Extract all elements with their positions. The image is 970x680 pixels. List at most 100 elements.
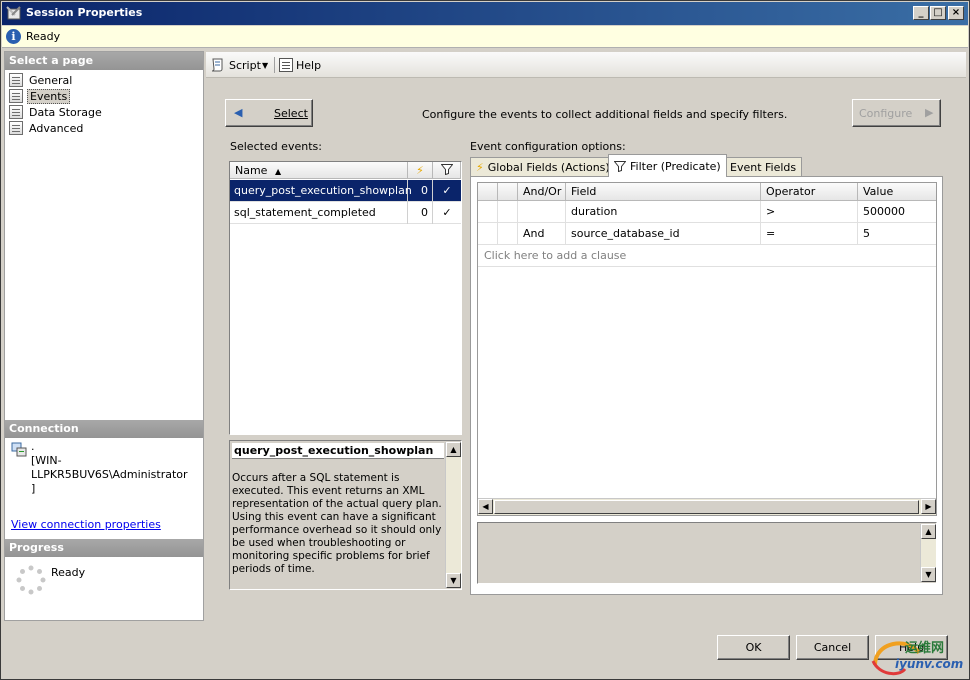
tab-event-fields[interactable]: Event Fields bbox=[724, 157, 803, 177]
help-button[interactable]: Help bbox=[279, 56, 321, 74]
value-column-header[interactable]: Value bbox=[858, 183, 936, 201]
operator-cell[interactable]: > bbox=[761, 201, 858, 223]
connection-header: Connection bbox=[5, 420, 203, 438]
page-item-events[interactable]: Events bbox=[9, 88, 71, 104]
add-clause-row[interactable]: Click here to add a clause bbox=[478, 245, 936, 267]
arrow-left-icon: ◀ bbox=[234, 106, 243, 119]
scroll-thumb[interactable] bbox=[494, 500, 919, 514]
andor-cell[interactable] bbox=[518, 201, 566, 223]
toolbar: Script ▼ Help bbox=[206, 52, 966, 78]
progress-spinner-icon bbox=[16, 565, 46, 595]
row-selector[interactable] bbox=[478, 223, 498, 245]
check-icon: ✓ bbox=[442, 184, 452, 197]
session-properties-window: Session Properties _ □ × i Ready Select … bbox=[0, 0, 970, 680]
filter-predicate-panel: And/Or Field Operator Value duration > 5… bbox=[470, 176, 943, 595]
configure-button-label: Configure bbox=[859, 107, 913, 120]
predicate-grid: And/Or Field Operator Value duration > 5… bbox=[477, 182, 937, 516]
predicate-horizontal-scrollbar[interactable]: ◀ ▶ bbox=[478, 498, 936, 515]
event-name-cell: sql_statement_completed bbox=[230, 202, 408, 224]
row-selector[interactable] bbox=[478, 201, 498, 223]
script-button-label: Script bbox=[229, 58, 261, 72]
page-icon bbox=[9, 105, 23, 119]
actions-column-header[interactable]: ⚡ bbox=[408, 162, 433, 179]
close-button[interactable]: × bbox=[948, 6, 964, 20]
script-button[interactable]: Script bbox=[210, 56, 261, 74]
config-options-label: Event configuration options: bbox=[470, 140, 626, 153]
selected-events-label: Selected events: bbox=[230, 140, 322, 153]
select-button-label: Select bbox=[274, 107, 308, 120]
event-description-text: Occurs after a SQL statement is executed… bbox=[232, 472, 442, 575]
description-scrollbar[interactable]: ▲ ▼ bbox=[445, 442, 461, 588]
scroll-up-button[interactable]: ▲ bbox=[446, 442, 461, 457]
lightning-icon: ⚡ bbox=[476, 161, 484, 174]
select-page-header: Select a page bbox=[5, 52, 203, 70]
info-icon: i bbox=[6, 29, 21, 44]
page-icon bbox=[9, 121, 23, 135]
arrow-right-icon: ▶ bbox=[925, 106, 934, 119]
site-watermark-logo: 运维网 iyunv.com bbox=[869, 631, 969, 679]
page-item-data-storage[interactable]: Data Storage bbox=[9, 104, 104, 120]
select-button[interactable]: ◀ Select bbox=[225, 99, 313, 127]
field-cell[interactable]: source_database_id bbox=[566, 223, 761, 245]
help-button-label: Help bbox=[296, 58, 322, 72]
maximize-button[interactable]: □ bbox=[930, 6, 946, 20]
page-item-label: Events bbox=[27, 88, 71, 104]
operator-cell[interactable]: = bbox=[761, 223, 858, 245]
tab-label: Global Fields (Actions) bbox=[487, 161, 610, 174]
configure-button[interactable]: Configure ▶ bbox=[852, 99, 941, 127]
scroll-left-button[interactable]: ◀ bbox=[478, 499, 493, 514]
field-cell[interactable]: duration bbox=[566, 201, 761, 223]
scroll-down-button[interactable]: ▼ bbox=[921, 567, 936, 582]
predicate-row[interactable]: duration > 500000 bbox=[478, 201, 936, 223]
help-icon bbox=[279, 58, 293, 72]
field-column-header[interactable]: Field bbox=[566, 183, 761, 201]
group-cell bbox=[498, 201, 518, 223]
progress-status-text: Ready bbox=[51, 566, 86, 579]
group-column-header bbox=[498, 183, 518, 201]
cancel-button[interactable]: Cancel bbox=[796, 635, 869, 660]
event-name-cell: query_post_execution_showplan bbox=[230, 180, 412, 202]
andor-column-header[interactable]: And/Or bbox=[518, 183, 566, 201]
event-row-query-post-execution-showplan[interactable]: query_post_execution_showplan 0 ✓ bbox=[230, 180, 461, 202]
status-bar: i Ready bbox=[2, 26, 968, 48]
tab-global-fields[interactable]: ⚡ Global Fields (Actions) bbox=[470, 157, 616, 177]
tab-filter-predicate[interactable]: Filter (Predicate) bbox=[608, 154, 727, 177]
check-icon: ✓ bbox=[442, 206, 452, 219]
title-bar: Session Properties _ □ × bbox=[2, 2, 968, 25]
watermark-text-domain: iyunv.com bbox=[895, 657, 964, 671]
name-column-header[interactable]: Name ▲ bbox=[230, 162, 408, 179]
selected-events-grid: Name ▲ ⚡ query_post_execution_showplan 0… bbox=[229, 161, 462, 435]
page-item-advanced[interactable]: Advanced bbox=[9, 120, 85, 136]
event-row-sql-statement-completed[interactable]: sql_statement_completed 0 ✓ bbox=[230, 202, 461, 224]
page-item-general[interactable]: General bbox=[9, 72, 74, 88]
lightning-icon: ⚡ bbox=[416, 164, 424, 177]
predicate-details-box: ▲ ▼ bbox=[477, 522, 937, 584]
value-cell[interactable]: 500000 bbox=[858, 201, 936, 223]
event-actions-count: 0 bbox=[408, 180, 433, 202]
ok-button[interactable]: OK bbox=[717, 635, 790, 660]
name-column-label: Name bbox=[235, 164, 268, 177]
script-icon bbox=[211, 58, 223, 72]
configure-instructions: Configure the events to collect addition… bbox=[422, 108, 788, 121]
scroll-right-button[interactable]: ▶ bbox=[921, 499, 936, 514]
status-text: Ready bbox=[26, 30, 61, 43]
add-clause-placeholder[interactable]: Click here to add a clause bbox=[478, 245, 936, 267]
server-connection-icon bbox=[11, 442, 27, 457]
event-description-box: query_post_execution_showplan Occurs aft… bbox=[229, 440, 462, 590]
page-item-label: General bbox=[29, 73, 73, 87]
value-cell[interactable]: 5 bbox=[858, 223, 936, 245]
window-title: Session Properties bbox=[26, 6, 143, 19]
scroll-up-button[interactable]: ▲ bbox=[921, 524, 936, 539]
page-item-label: Advanced bbox=[29, 121, 84, 135]
filter-column-header[interactable] bbox=[433, 162, 461, 179]
script-dropdown-arrow[interactable]: ▼ bbox=[262, 56, 268, 74]
operator-column-header[interactable]: Operator bbox=[761, 183, 858, 201]
scroll-down-button[interactable]: ▼ bbox=[446, 573, 461, 588]
details-scrollbar[interactable]: ▲ ▼ bbox=[920, 524, 936, 582]
tools-icon bbox=[6, 6, 21, 20]
predicate-row[interactable]: And source_database_id = 5 bbox=[478, 223, 936, 245]
view-connection-properties-link[interactable]: View connection properties bbox=[11, 518, 161, 531]
minimize-button[interactable]: _ bbox=[913, 6, 929, 20]
andor-cell[interactable]: And bbox=[518, 223, 566, 245]
page-item-label: Data Storage bbox=[29, 105, 102, 119]
